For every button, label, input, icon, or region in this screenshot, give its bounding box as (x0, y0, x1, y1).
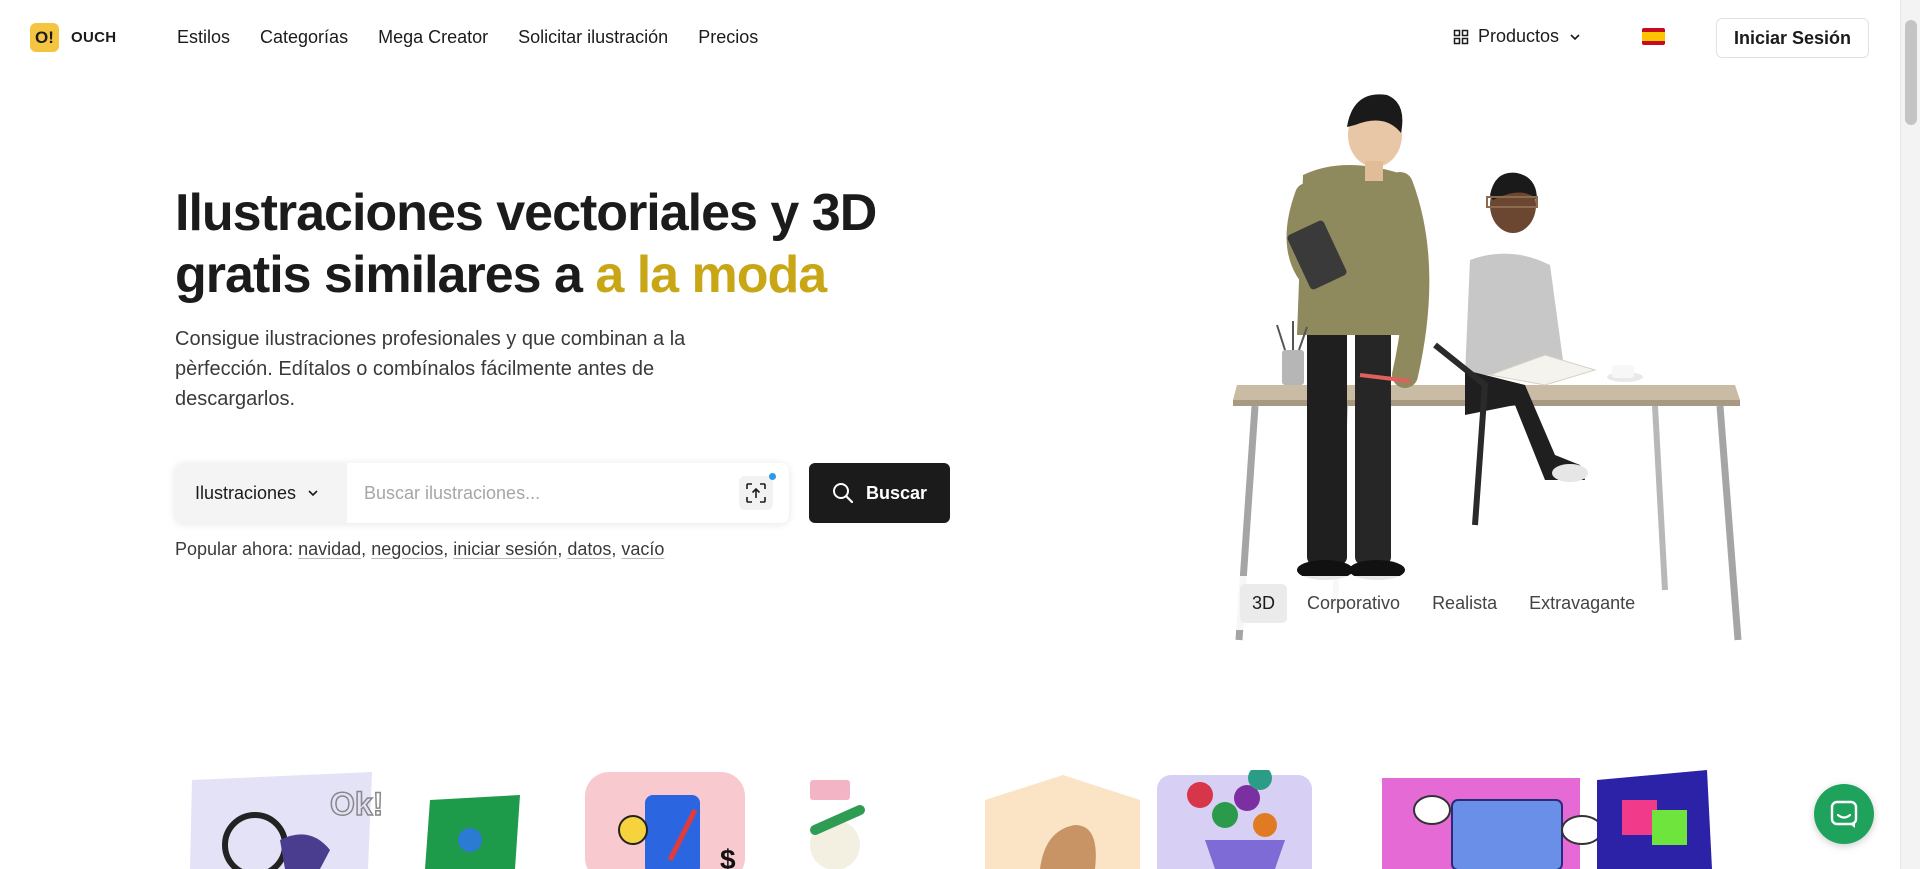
nav-item-precios[interactable]: Precios (698, 27, 758, 48)
style-tab-realista[interactable]: Realista (1420, 584, 1509, 623)
hero-subtitle: Consigue ilustraciones profesionales y q… (175, 328, 686, 410)
chevron-down-icon (308, 490, 318, 497)
search-input[interactable] (347, 463, 739, 523)
category-card[interactable] (985, 770, 1315, 869)
hero-illustration (1233, 94, 1742, 641)
search-button[interactable]: Buscar (809, 463, 950, 523)
main-nav: Estilos Categorías Mega Creator Solicita… (177, 27, 758, 48)
notification-dot (769, 473, 776, 480)
upload-image-icon (746, 483, 766, 503)
hero-title: Ilustraciones vectoriales y 3D gratis si… (175, 182, 955, 306)
page-scrollbar[interactable] (1900, 0, 1920, 869)
products-menu[interactable]: Productos (1453, 26, 1582, 47)
image-search-button[interactable] (739, 473, 776, 510)
nav-item-estilos[interactable]: Estilos (177, 27, 230, 48)
style-tab-3d[interactable]: 3D (1240, 583, 1288, 623)
category-card[interactable]: $ (585, 770, 915, 869)
nav-item-categorias[interactable]: Categorías (260, 27, 348, 48)
search-type-dropdown[interactable]: Ilustraciones (175, 463, 347, 523)
nav-item-mega-creator[interactable]: Mega Creator (378, 27, 488, 48)
logo-text: OUCH (71, 29, 117, 46)
popular-tag[interactable]: negocios (371, 539, 443, 559)
chat-button[interactable] (1814, 784, 1874, 844)
chat-icon (1830, 800, 1858, 828)
logo[interactable]: O! OUCH (30, 23, 116, 52)
popular-tag[interactable]: iniciar sesión (453, 539, 557, 559)
svg-text:Ok!: Ok! (330, 786, 383, 822)
login-button[interactable]: Iniciar Sesión (1716, 18, 1869, 58)
popular-searches: Popular ahora: navidad, negocios, inicia… (175, 539, 665, 559)
language-flag-icon[interactable] (1642, 28, 1665, 45)
hero-title-accent: a la moda (595, 246, 827, 304)
popular-tag[interactable]: datos (567, 539, 611, 559)
grid-icon (1453, 29, 1469, 44)
search-button-label: Buscar (865, 482, 928, 503)
nav-item-solicitar-ilustracion[interactable]: Solicitar ilustración (518, 27, 668, 48)
hero-title-line1: Ilustraciones vectoriales y 3D (175, 184, 877, 242)
category-card[interactable] (1382, 770, 1712, 869)
popular-tag[interactable]: vacío (621, 539, 664, 559)
style-tab-corporativo[interactable]: Corporativo (1295, 584, 1412, 623)
category-card[interactable]: Ok! (190, 770, 530, 869)
style-tabs: 3D Corporativo Realista Extravagante (1228, 576, 1658, 630)
top-header: O! OUCH Estilos Categorías Mega Creator … (0, 0, 1900, 75)
search-bar: Ilustraciones (175, 463, 789, 523)
style-tab-extravagante[interactable]: Extravagante (1517, 584, 1647, 623)
popular-label: Popular ahora: (175, 539, 294, 559)
scrollbar-thumb[interactable] (1905, 20, 1917, 125)
hero-title-line2: gratis similares a (175, 246, 596, 304)
search-type-label: Ilustraciones (195, 482, 297, 503)
chevron-down-icon (1570, 33, 1580, 40)
svg-text:$: $ (720, 844, 736, 869)
search-icon (832, 483, 854, 504)
products-label: Productos (1478, 26, 1560, 46)
logo-mark: O! (30, 23, 59, 52)
popular-tag[interactable]: navidad (298, 539, 361, 559)
